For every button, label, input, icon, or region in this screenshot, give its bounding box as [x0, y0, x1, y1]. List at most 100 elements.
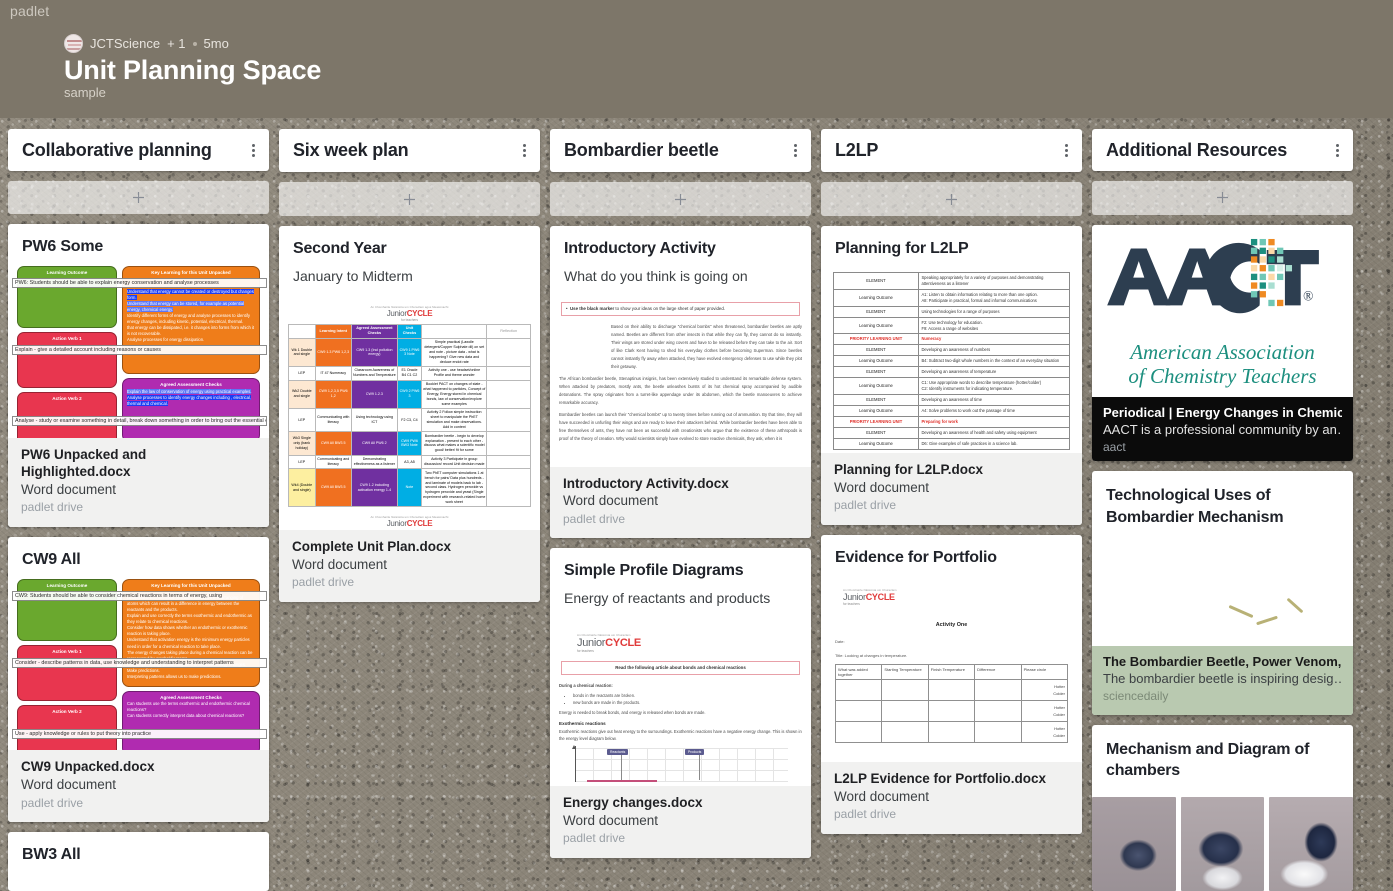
padlet-logo[interactable]: padlet [10, 3, 49, 19]
link-preview-footer[interactable]: Periodical | Energy Changes in Chemical…… [1092, 397, 1353, 462]
attachment-type: Word document [21, 777, 117, 793]
card-introductory-activity[interactable]: Introductory Activity What do you think … [550, 226, 811, 539]
row-value: D6: Give examples of safe practices in a… [917, 437, 1071, 450]
cell: CW9 2 PW6 3 [396, 379, 423, 409]
table-row: Learning Outcome D6: Give examples of saf… [833, 437, 1071, 450]
column-header[interactable]: Additional Resources [1092, 129, 1353, 172]
banner-text: Read the following article about bonds a… [615, 665, 746, 671]
preview-label: Action Verb 2 [52, 708, 82, 714]
attachment-type: Word document [563, 812, 659, 828]
column-header[interactable]: Collaborative planning [8, 129, 269, 172]
row-value: B4: Subtract two-digit whole numbers in … [917, 355, 1071, 368]
card-cw9-all[interactable]: CW9 All Learning Outcome Action Verb 1 A… [8, 536, 269, 823]
card-second-year[interactable]: Second Year January to Midterm An Chomha… [279, 226, 540, 603]
energy-level-diagram: Reactants Products [559, 745, 802, 786]
column-bombardier-beetle: Bombardier beetle Introductory Activity … [550, 129, 811, 891]
document-preview[interactable]: ELEMENT Speaking appropriately for a vari… [821, 258, 1082, 453]
aact-logo-svg: ® [1107, 238, 1319, 313]
attachment-footer[interactable]: Complete Unit Plan.docx Word document pa… [279, 530, 540, 603]
document-preview[interactable]: • Use the black marker to show your idea… [550, 285, 811, 467]
more-options-icon[interactable] [516, 144, 532, 157]
cell [486, 379, 531, 409]
avatar-icon[interactable] [64, 34, 83, 53]
attachment-source: padlet drive [834, 806, 897, 821]
column-l2lp: L2LP Planning for L2LP ELEMENT Speaking a… [821, 129, 1082, 891]
add-post-button[interactable] [821, 182, 1082, 216]
document-preview[interactable]: An Chomhairle Náisiúnta um Churaclam Jun… [550, 607, 811, 786]
preview-heading: Activity One [935, 621, 968, 628]
column-title: Additional Resources [1106, 139, 1288, 160]
document-preview[interactable]: Learning Outcome Action Verb 1 Action Ve… [8, 256, 269, 438]
logo-sub: for teachers [577, 648, 594, 653]
document-preview[interactable]: An Chomhairle Náisiúnta um Churaclam agu… [279, 285, 540, 531]
table-row: Hotter Colder [834, 720, 1069, 743]
collaborator-count[interactable]: + 1 [167, 36, 185, 51]
card-subject: Mechanism and Diagram of chambers [1106, 740, 1310, 780]
document-preview[interactable]: Learning Outcome Action Verb 1 Action Ve… [8, 568, 269, 751]
attachment-name: Introductory Activity.docx [563, 475, 729, 491]
attachment-footer[interactable]: PW6 Unpacked and Highlighted.docx Word d… [8, 437, 269, 527]
add-post-button[interactable] [8, 181, 269, 215]
card-subject: Evidence for Portfolio [835, 548, 997, 566]
document-preview[interactable]: An Chomhairle Náisiúnta um Churaclam Jun… [821, 566, 1082, 762]
row-value: Using technologies for a range of purpos… [917, 305, 1071, 318]
card-subject: PW6 Some [22, 238, 104, 256]
attachment-footer[interactable]: CW9 Unpacked.docx Word document padlet d… [8, 750, 269, 823]
card-simple-profile-diagrams[interactable]: Simple Profile Diagrams Energy of reacta… [550, 548, 811, 858]
card-aact-link[interactable]: ® American Association of Chemistry Teac… [1092, 224, 1353, 462]
attachment-name: Complete Unit Plan.docx [292, 539, 452, 555]
column-title: Bombardier beetle [564, 140, 719, 160]
attachment-type: Word document [834, 479, 930, 495]
column-header[interactable]: Six week plan [279, 129, 540, 172]
row-value: Preparing for work [917, 415, 1071, 428]
preview-text: Analyse processes for energy dissipation… [126, 337, 205, 343]
attachment-footer[interactable]: Introductory Activity.docx Word document… [550, 466, 811, 539]
cell: CW9 All BW3 5 [314, 431, 352, 456]
attachment-footer[interactable]: Planning for L2LP.docx Word document pad… [821, 453, 1082, 525]
cell [486, 365, 531, 381]
board-author[interactable]: JCTScience [90, 36, 160, 51]
card-body: January to Midterm [293, 268, 413, 284]
plus-icon [675, 193, 686, 205]
section-title: Exothermic reactions [559, 721, 606, 726]
row-label: PRIORITY LEARNING UNIT [833, 415, 919, 428]
add-post-button[interactable] [279, 182, 540, 216]
cell: CW9 1.3 PW6 1,2,3 [314, 337, 352, 367]
preview-text: Analyse processes to identify energy cha… [126, 394, 252, 406]
card-bw3-all[interactable]: BW3 All [8, 832, 269, 891]
row-label: Learning Outcome [833, 404, 919, 417]
add-post-button[interactable] [1092, 181, 1353, 215]
column-header[interactable]: Bombardier beetle [550, 129, 811, 172]
card-planning-for-l2lp[interactable]: Planning for L2LP ELEMENT Speaking approp… [821, 226, 1082, 525]
more-options-icon[interactable] [1058, 144, 1074, 157]
table-header-row: Learning Intent Agreed Assessment Checks… [288, 323, 531, 339]
attachment-footer[interactable]: Energy changes.docx Word document padlet… [550, 785, 811, 858]
card-technological-uses[interactable]: Technological Uses of Bombardier Mechani… [1092, 471, 1353, 715]
column-header[interactable]: L2LP [821, 129, 1082, 172]
meta-separator-dot [192, 41, 197, 46]
column-header-cell: Starting Temperature [881, 663, 929, 680]
more-options-icon[interactable] [787, 144, 803, 157]
preview-text: CW9: Students should be able to consider… [12, 590, 267, 601]
cell: Booklet PACT on changes of state - what … [421, 379, 488, 409]
add-post-button[interactable] [550, 182, 811, 216]
preview-text: Explain the law of conservation of energ… [126, 388, 252, 394]
table-row: Wk2 Double and single CW9 1,2,3,5 PW6 1,… [288, 379, 531, 409]
preview-text: PW6: Students should be able to explain … [12, 278, 267, 289]
cell: Activity 3 Participate in group discussi… [421, 454, 488, 470]
link-preview-footer[interactable]: The Bombardier Beetle, Power Venom, A… T… [1092, 646, 1353, 715]
table-row: Learning Outcome B4: Subtract two-digit w… [833, 355, 1071, 368]
card-body: What do you think is going on [564, 268, 748, 284]
card-pw6-some[interactable]: PW6 Some Learning Outcome Action Verb 1 … [8, 224, 269, 527]
cell: IT 47 Numeracy [314, 365, 352, 381]
card-evidence-for-portfolio[interactable]: Evidence for Portfolio An Chomhairle Nái… [821, 534, 1082, 834]
card-mechanism-diagram[interactable]: Mechanism and Diagram of chambers [1092, 724, 1353, 891]
row-label: ELEMENT [833, 272, 919, 290]
circle-option: Hotter [1054, 683, 1065, 689]
note-text: Energy is needed to break bonds, and ene… [559, 709, 706, 715]
more-options-icon[interactable] [245, 143, 261, 157]
more-options-icon[interactable] [1329, 143, 1345, 157]
column-header-cell: Learning Intent [314, 323, 352, 339]
attachment-source: padlet drive [834, 498, 897, 513]
attachment-footer[interactable]: L2LP Evidence for Portfolio.docx Word do… [821, 761, 1082, 834]
